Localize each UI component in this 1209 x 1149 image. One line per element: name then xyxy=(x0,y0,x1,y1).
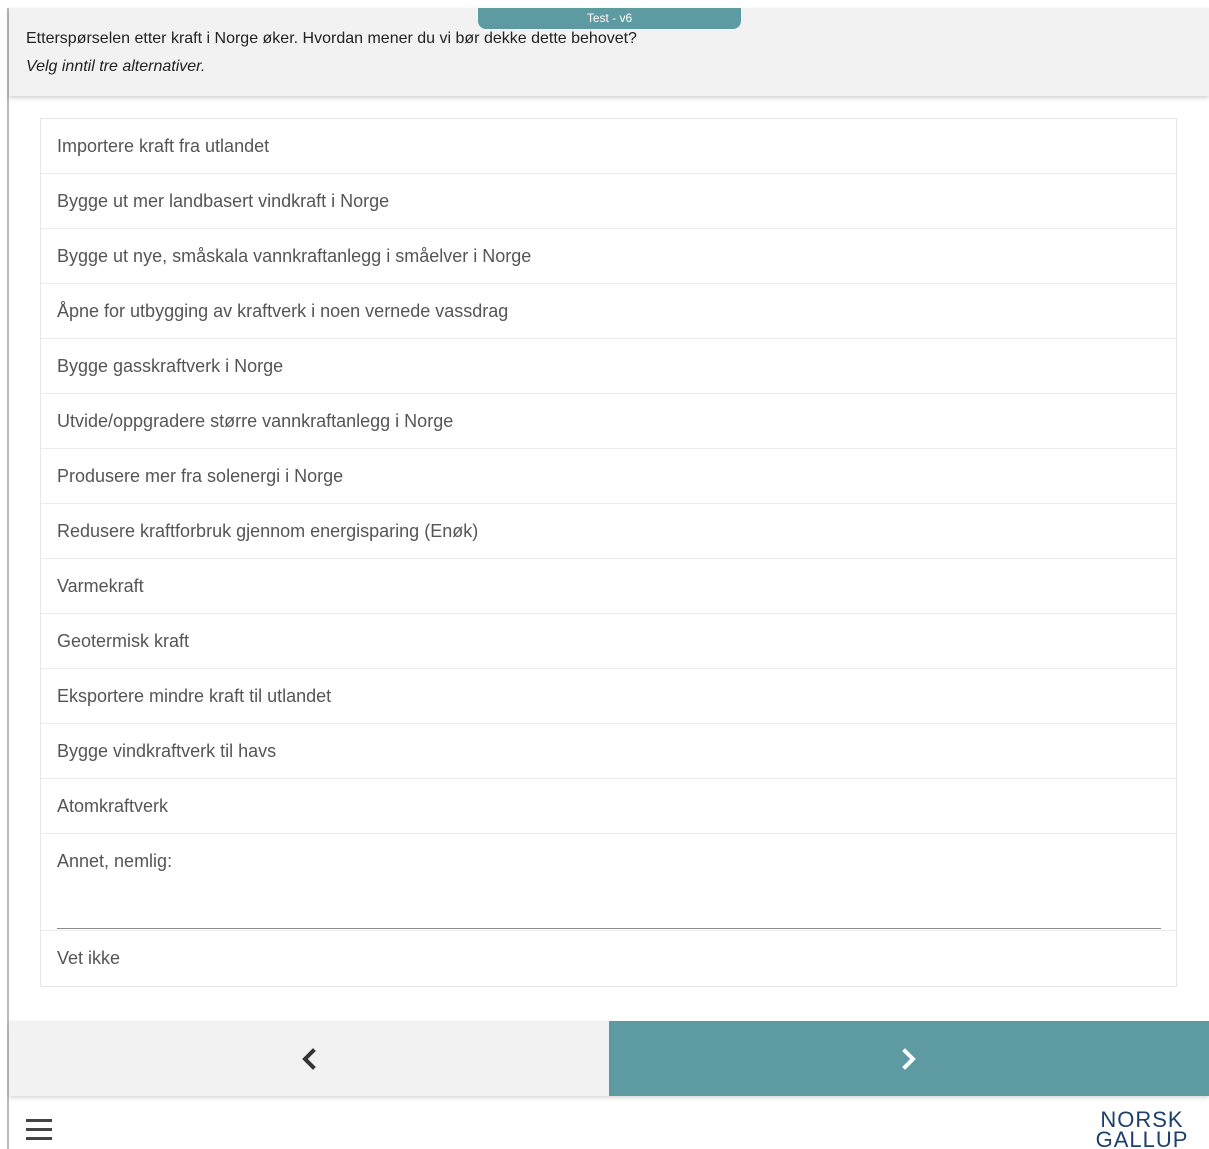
chevron-left-icon xyxy=(302,1047,316,1070)
chevron-right-icon xyxy=(902,1047,916,1070)
other-option-label: Annet, nemlig: xyxy=(57,851,173,871)
answer-option-dont-know[interactable]: Vet ikke xyxy=(41,931,1176,986)
answer-option-other[interactable]: Annet, nemlig: xyxy=(41,834,1176,931)
answer-option[interactable]: Varmekraft xyxy=(41,559,1176,614)
answer-option[interactable]: Redusere kraftforbruk gjennom energispar… xyxy=(41,504,1176,559)
question-header: Test - v6 Etterspørselen etter kraft i N… xyxy=(9,8,1209,96)
navigation-bar xyxy=(9,1021,1209,1096)
norsk-gallup-logo: NORSK GALLUP xyxy=(1092,1109,1192,1149)
version-badge: Test - v6 xyxy=(478,8,741,29)
answer-option[interactable]: Eksportere mindre kraft til utlandet xyxy=(41,669,1176,724)
answer-option[interactable]: Geotermisk kraft xyxy=(41,614,1176,669)
other-text-input[interactable] xyxy=(57,894,1161,929)
question-instruction: Velg inntil tre alternativer. xyxy=(26,58,206,75)
answer-options-list: Importere kraft fra utlandet Bygge ut me… xyxy=(40,118,1177,987)
back-button[interactable] xyxy=(9,1021,609,1096)
answer-option[interactable]: Importere kraft fra utlandet xyxy=(41,119,1176,174)
survey-page: Test - v6 Etterspørselen etter kraft i N… xyxy=(0,0,1209,1149)
answer-option[interactable]: Bygge ut mer landbasert vindkraft i Norg… xyxy=(41,174,1176,229)
left-border xyxy=(7,8,9,1149)
answer-option[interactable]: Atomkraftverk xyxy=(41,779,1176,834)
answer-option[interactable]: Bygge vindkraftverk til havs xyxy=(41,724,1176,779)
answer-option[interactable]: Bygge gasskraftverk i Norge xyxy=(41,339,1176,394)
answer-option[interactable]: Bygge ut nye, småskala vannkraftanlegg i… xyxy=(41,229,1176,284)
question-text: Etterspørselen etter kraft i Norge øker.… xyxy=(26,30,637,47)
hamburger-menu-icon[interactable] xyxy=(26,1119,52,1141)
answer-option[interactable]: Produsere mer fra solenergi i Norge xyxy=(41,449,1176,504)
answer-option[interactable]: Åpne for utbygging av kraftverk i noen v… xyxy=(41,284,1176,339)
logo-line-2: GALLUP xyxy=(1095,1127,1189,1149)
answer-option[interactable]: Utvide/oppgradere større vannkraftanlegg… xyxy=(41,394,1176,449)
next-button[interactable] xyxy=(609,1021,1209,1096)
